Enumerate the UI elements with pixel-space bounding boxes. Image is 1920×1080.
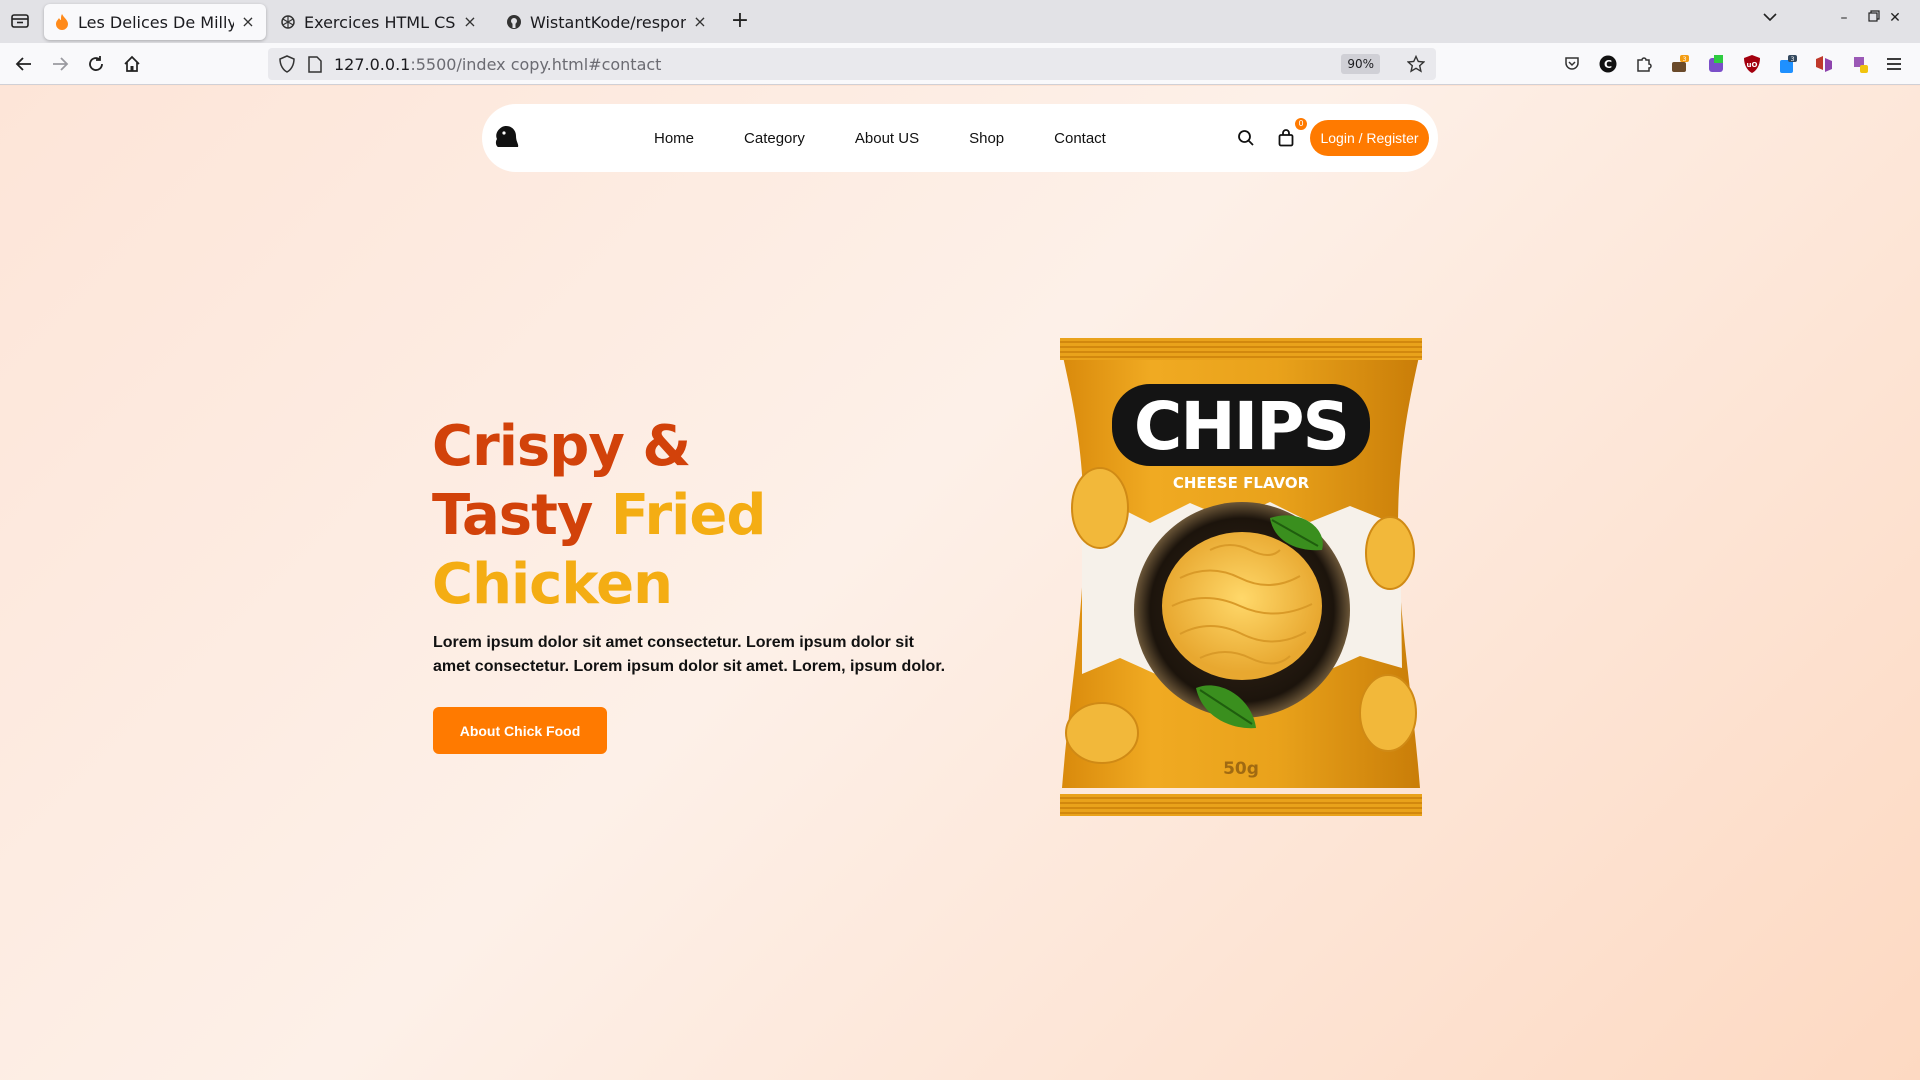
nav-category[interactable]: Category — [744, 130, 805, 147]
cart-count-badge: 0 — [1295, 118, 1307, 130]
hero-description: Lorem ipsum dolor sit amet consectetur. … — [433, 634, 946, 675]
bookmark-star-icon[interactable] — [1406, 54, 1426, 74]
nav-contact[interactable]: Contact — [1054, 130, 1106, 147]
extensions-puzzle-icon[interactable] — [1634, 54, 1654, 74]
site-header: Home Category About US Shop Contact 0 Lo… — [482, 104, 1438, 172]
nav-shop[interactable]: Shop — [969, 130, 1004, 147]
main-menu: Home Category About US Shop Contact — [654, 104, 1156, 172]
ext-e-icon[interactable] — [1850, 54, 1870, 74]
nav-home[interactable]: Home — [654, 130, 694, 147]
c-extension-icon[interactable]: C — [1598, 54, 1618, 74]
ext-b-icon[interactable] — [1706, 54, 1726, 74]
github-favicon-icon — [506, 14, 522, 30]
hero-title-line-3: Chicken — [432, 552, 673, 617]
url-host: 127.0.0.1 — [334, 54, 411, 74]
reload-icon[interactable] — [84, 52, 108, 76]
new-tab-icon[interactable]: + — [729, 10, 751, 32]
close-tab-icon[interactable]: × — [692, 14, 708, 30]
ext-d-icon[interactable] — [1814, 54, 1834, 74]
navigation-toolbar: 127.0.0.1:5500/index copy.html#contact 9… — [0, 43, 1920, 85]
tab-title: Exercices HTML CSS JS — [304, 12, 456, 32]
hero-title: Crispy & Tasty Fried Chicken — [432, 412, 767, 619]
back-icon[interactable] — [12, 52, 36, 76]
tab-bar: Les Delices De Milly × Exercices HTML CS… — [0, 0, 1920, 43]
search-icon[interactable] — [1236, 128, 1256, 148]
chips-flavor-text: CHEESE FLAVOR — [1173, 474, 1310, 492]
chips-bag-image: CHIPS CHEESE FLAVOR 50g — [1060, 338, 1422, 816]
tab-github[interactable]: WistantKode/responsive × — [496, 4, 718, 40]
ext-c-badge: 3 — [1791, 56, 1795, 63]
pocket-icon[interactable] — [1562, 54, 1582, 74]
login-register-button[interactable]: Login / Register — [1310, 120, 1429, 156]
hero-title-line-2a: Tasty — [432, 483, 611, 548]
close-window-icon[interactable]: ✕ — [1883, 10, 1907, 26]
flame-favicon-icon — [54, 14, 70, 30]
address-bar[interactable]: 127.0.0.1:5500/index copy.html#contact 9… — [268, 48, 1436, 80]
chips-weight-text: 50g — [1223, 759, 1259, 779]
home-icon[interactable] — [120, 52, 144, 76]
openai-favicon-icon — [280, 14, 296, 30]
ext-c-icon[interactable]: 3 — [1778, 54, 1798, 74]
list-all-tabs-icon[interactable] — [1758, 10, 1782, 26]
minimize-icon[interactable]: – — [1832, 10, 1856, 26]
url-path: :5500/index copy.html#contact — [410, 54, 662, 74]
chips-brand-text: CHIPS — [1134, 388, 1348, 465]
close-tab-icon[interactable]: × — [462, 14, 478, 30]
ext-a-icon[interactable]: 3 — [1670, 54, 1690, 74]
nav-about-us[interactable]: About US — [855, 130, 919, 147]
about-chick-food-button[interactable]: About Chick Food — [433, 707, 607, 754]
forward-icon[interactable] — [48, 52, 72, 76]
tab-exercices[interactable]: Exercices HTML CSS JS × — [270, 4, 488, 40]
tracking-shield-icon[interactable] — [278, 55, 296, 73]
chick-logo-icon[interactable] — [494, 124, 520, 150]
tab-list-icon[interactable] — [10, 11, 30, 31]
page-info-icon[interactable] — [306, 55, 324, 73]
page-viewport: Home Category About US Shop Contact 0 Lo… — [0, 86, 1920, 1080]
svg-text:uO: uO — [1747, 61, 1758, 69]
tab-les-delices[interactable]: Les Delices De Milly × — [44, 4, 266, 40]
hero-title-line-1: Crispy & — [432, 414, 691, 479]
tab-title: Les Delices De Milly — [78, 12, 234, 32]
menu-hamburger-icon[interactable] — [1884, 54, 1904, 74]
cart-bag-icon[interactable] — [1276, 128, 1296, 148]
url-text: 127.0.0.1:5500/index copy.html#contact — [334, 55, 661, 74]
tab-title: WistantKode/responsive — [530, 12, 686, 32]
zoom-level-badge[interactable]: 90% — [1341, 54, 1380, 74]
close-tab-icon[interactable]: × — [240, 14, 256, 30]
ublock-icon[interactable]: uO — [1742, 54, 1762, 74]
ext-a-badge: 3 — [1683, 56, 1687, 63]
svg-text:C: C — [1604, 58, 1612, 71]
hero-title-line-2b: Fried — [610, 483, 767, 548]
